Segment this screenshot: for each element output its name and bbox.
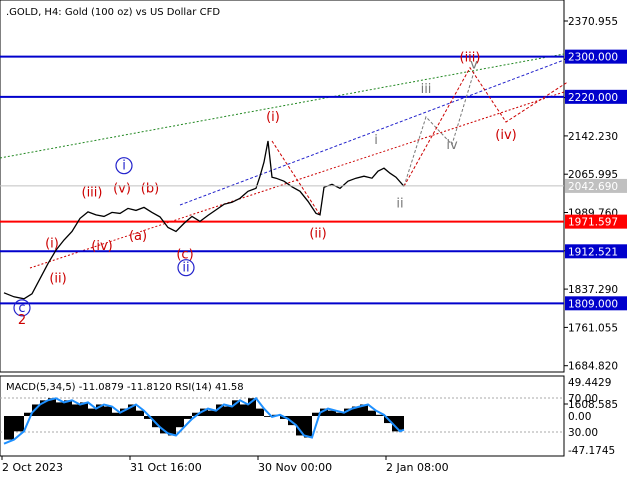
time-axis-label: 31 Oct 16:00 xyxy=(130,461,202,474)
chart-canvas: .GOLD, H4: Gold (100 oz) vs US Dollar CF… xyxy=(0,0,627,474)
oscillator-axis-label: 70.00 xyxy=(568,393,598,405)
macd-bar xyxy=(240,404,248,416)
macd-bar xyxy=(136,410,144,416)
wave-label: ii xyxy=(396,196,403,211)
level-tag-label: 1809.000 xyxy=(568,298,618,310)
oscillator-axis: 49.4429 70.00 0.00 30.00 -47.1745 xyxy=(568,377,615,457)
oscillator-axis-label: 49.4429 xyxy=(568,377,611,389)
wave-label: (ii) xyxy=(309,227,326,242)
oscillator-axis-label: 30.00 xyxy=(568,427,598,439)
time-axis: 2 Oct 2023 31 Oct 16:00 30 Nov 00:00 2 Jan … xyxy=(1,456,449,474)
price-axis-label: 1761.055 xyxy=(568,322,618,334)
price-axis-label: 2142.230 xyxy=(568,131,618,143)
price-axis-label: 2370.955 xyxy=(568,16,618,28)
wave-label: (ii) xyxy=(49,272,66,287)
macd-bar xyxy=(72,404,80,416)
macd-bar xyxy=(304,416,312,438)
wave-label: (iii) xyxy=(82,185,103,200)
macd-bar xyxy=(184,416,192,419)
wave-label: i xyxy=(374,133,378,148)
macd-bar xyxy=(104,406,112,416)
macd-bar xyxy=(112,412,120,416)
price-axis-label: 1684.820 xyxy=(568,361,618,373)
level-tag-label: 2220.000 xyxy=(568,92,618,104)
wave-label: (iv) xyxy=(495,128,516,143)
macd-bar xyxy=(208,410,216,416)
wave-label: (iii) xyxy=(460,51,481,66)
oscillator-title: MACD(5,34,5) -11.0879 -11.8120 RSI(14) 4… xyxy=(6,382,244,393)
time-axis-label: 2 Oct 2023 xyxy=(2,461,63,474)
macd-bar xyxy=(88,408,96,416)
wave-label: (iv) xyxy=(91,239,112,254)
level-tag-label: 1971.597 xyxy=(568,217,618,229)
time-axis-label: 2 Jan 08:00 xyxy=(386,461,449,474)
macd-bar xyxy=(4,416,14,440)
oscillator-axis-label: -47.1745 xyxy=(568,445,615,457)
wave-label: i xyxy=(122,159,126,174)
price-axis-label: 1837.290 xyxy=(568,284,618,296)
macd-bar xyxy=(328,410,336,416)
price-axis: 2370.9552294.7202218.4852142.2302065.995… xyxy=(564,16,618,411)
wave-label: (b) xyxy=(141,181,159,196)
macd-bar xyxy=(176,416,184,428)
wave-label: 2 xyxy=(18,313,26,328)
macd-bar xyxy=(14,416,24,432)
wave-label: (v) xyxy=(113,181,131,196)
time-axis-label: 30 Nov 00:00 xyxy=(258,461,332,474)
macd-bar xyxy=(168,416,176,436)
macd-bar xyxy=(56,402,64,416)
wave-label: (i) xyxy=(45,237,59,252)
level-tag-label: 1912.521 xyxy=(568,246,618,258)
wave-label: iv xyxy=(446,138,458,153)
wave-label: (i) xyxy=(266,110,280,125)
macd-bar xyxy=(256,408,264,416)
wave-label: (a) xyxy=(129,229,147,244)
wave-label: iii xyxy=(421,82,432,97)
level-tag-label: 2300.000 xyxy=(568,52,618,64)
macd-bar xyxy=(400,416,404,430)
current-price-tag-label: 2042.690 xyxy=(568,181,618,193)
macd-bar xyxy=(224,406,232,416)
wave-label: ii xyxy=(182,261,189,276)
macd-bar xyxy=(368,410,376,416)
chart-title: .GOLD, H4: Gold (100 oz) vs US Dollar CF… xyxy=(6,7,220,18)
oscillator-axis-label: 0.00 xyxy=(568,411,591,423)
